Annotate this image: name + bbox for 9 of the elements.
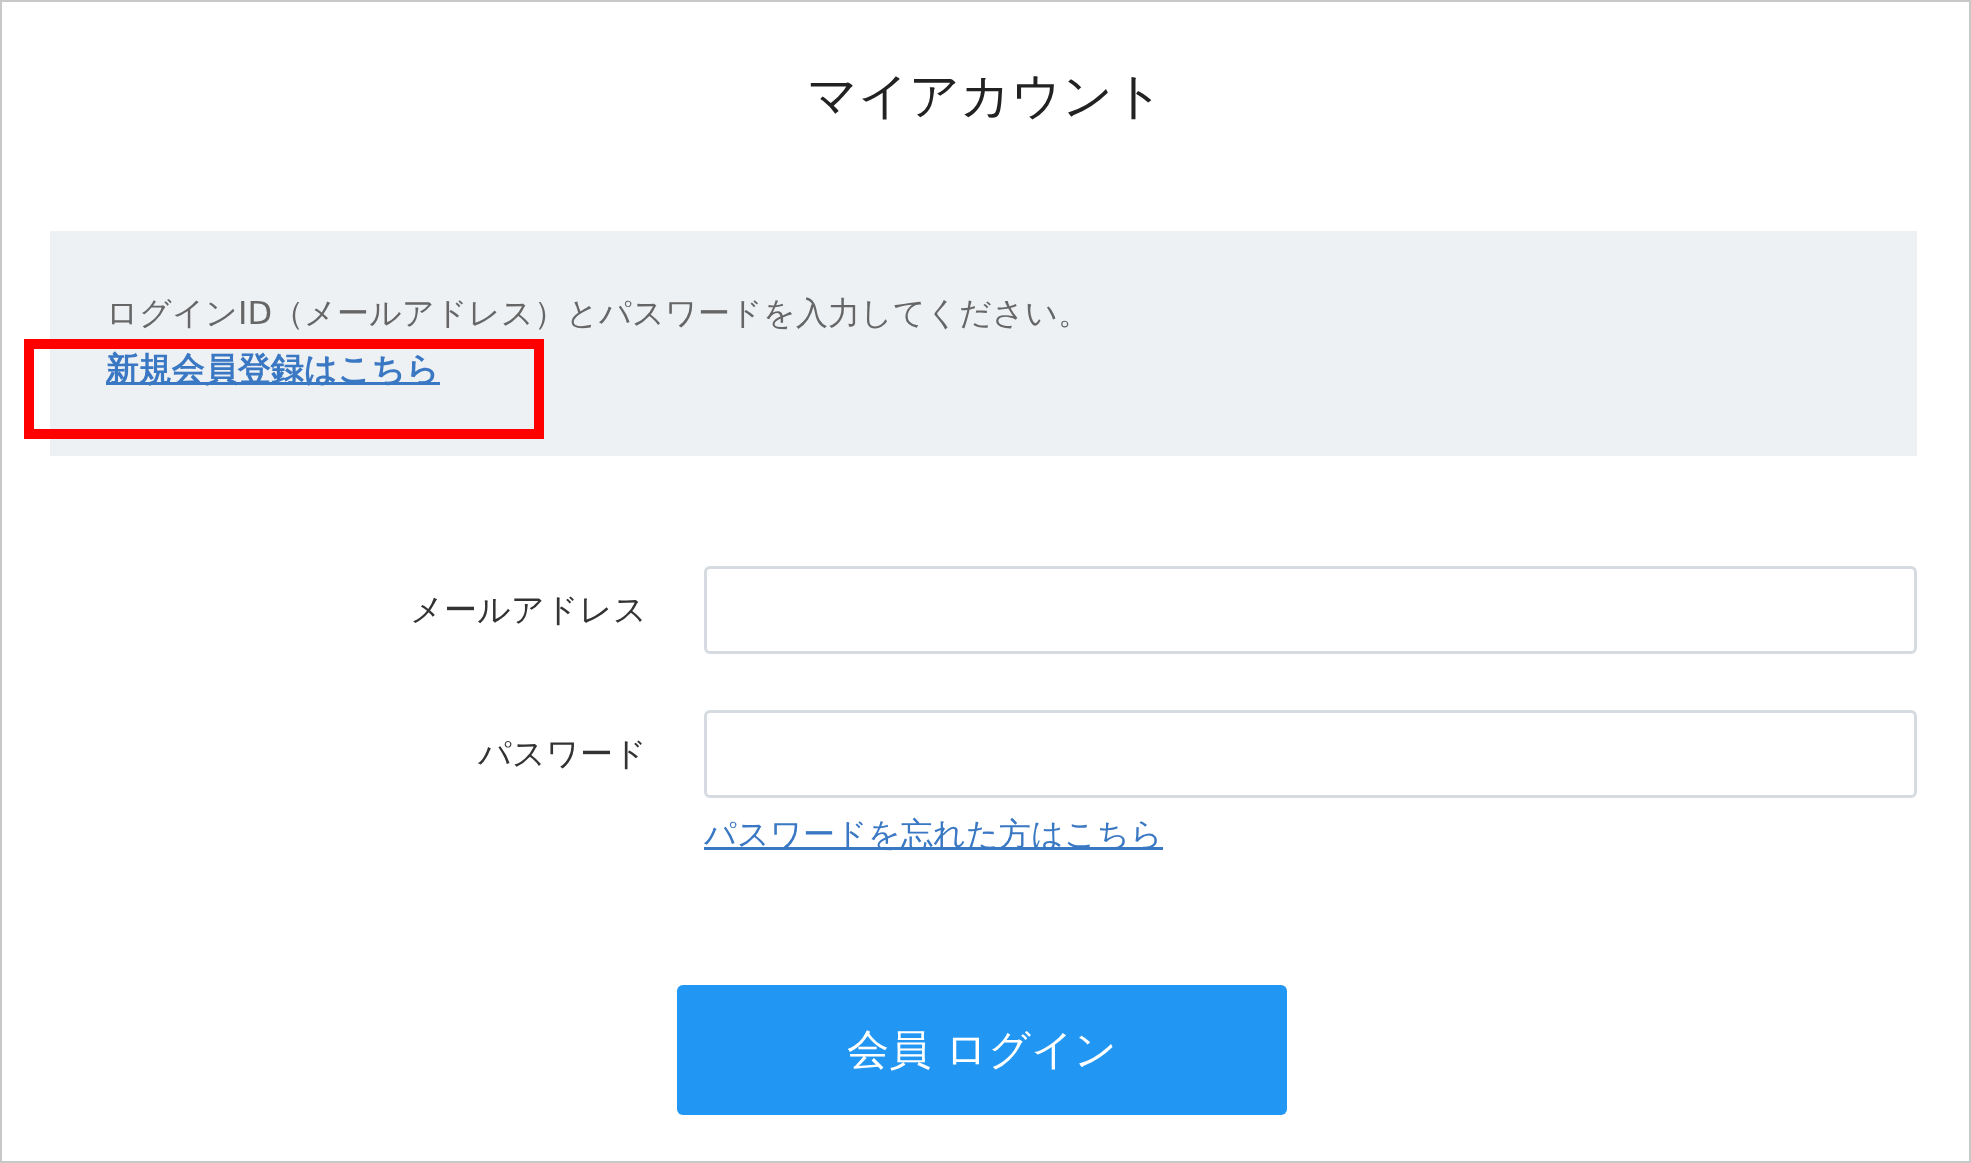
email-field[interactable]	[704, 566, 1917, 654]
instruction-text: ログインID（メールアドレス）とパスワードを入力してください。	[106, 293, 1091, 334]
password-field[interactable]	[704, 710, 1917, 798]
field-label: メールアドレス	[409, 588, 647, 631]
login-button[interactable]: 会員 ログイン	[677, 985, 1287, 1115]
forgot-password-link[interactable]: パスワードを忘れた方はこちら	[704, 813, 1163, 857]
signup-link[interactable]: 新規会員登録はこちら	[106, 346, 440, 392]
field-label: パスワード	[477, 732, 647, 775]
page-title: マイアカウント	[806, 66, 1165, 126]
